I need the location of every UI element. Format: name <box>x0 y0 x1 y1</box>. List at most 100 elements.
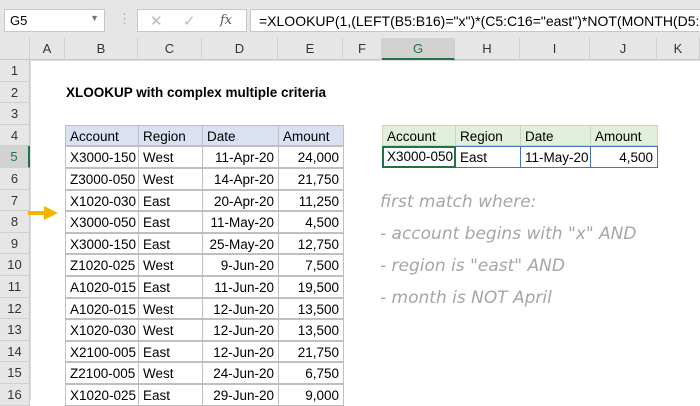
table-cell[interactable]: East <box>138 276 203 298</box>
table-cell[interactable]: 9,000 <box>278 384 344 406</box>
table-cell[interactable]: 14-Apr-20 <box>202 168 279 190</box>
note-line: - month is NOT April <box>380 288 552 308</box>
table-cell[interactable]: 12-Jun-20 <box>202 319 279 341</box>
table-cell[interactable]: 24,000 <box>278 146 344 168</box>
table-header-account[interactable]: Account <box>65 124 139 147</box>
selected-cell-g5[interactable]: X3000-050 <box>382 146 456 168</box>
table-cell[interactable]: Z2100-005 <box>65 362 139 384</box>
table-cell[interactable]: X1020-025 <box>65 384 139 406</box>
table-cell[interactable]: Z1020-025 <box>65 254 139 276</box>
table-cell[interactable]: 13,500 <box>278 319 344 341</box>
table-cell[interactable]: 11,250 <box>278 189 344 212</box>
row-header-3[interactable]: 3 <box>0 103 30 125</box>
column-header-F[interactable]: F <box>343 38 382 60</box>
row-header-6[interactable]: 6 <box>0 168 30 190</box>
result-cell[interactable]: 4,500 <box>590 146 658 168</box>
sheet-title: XLOOKUP with complex multiple criteria <box>66 85 327 100</box>
table-cell[interactable]: 21,750 <box>278 168 344 190</box>
table-cell[interactable]: West <box>138 362 203 384</box>
result-header-amount[interactable]: Amount <box>590 124 658 147</box>
table-cell[interactable]: X1020-030 <box>65 189 139 212</box>
table-cell[interactable]: X3000-050 <box>65 211 139 233</box>
table-cell[interactable]: West <box>138 297 203 320</box>
drag-handle-icon[interactable]: ⋮ <box>118 11 131 27</box>
column-header-G[interactable]: G <box>382 38 455 60</box>
table-cell[interactable]: East <box>138 211 203 233</box>
row-header-15[interactable]: 15 <box>0 362 30 384</box>
table-cell[interactable]: 11-Apr-20 <box>202 146 279 168</box>
row-header-5[interactable]: 5 <box>0 146 30 168</box>
result-cell[interactable]: East <box>455 146 521 168</box>
table-cell[interactable]: X1020-030 <box>65 319 139 341</box>
formula-bar-area: G5 ▼ ⋮ ✕ ✓ fx =XLOOKUP(1,(LEFT(B5:B16)="x… <box>0 0 700 38</box>
table-cell[interactable]: 13,500 <box>278 297 344 320</box>
result-cell[interactable]: 11-May-20 <box>520 146 591 168</box>
table-cell[interactable]: 9-Jun-20 <box>202 254 279 276</box>
table-cell[interactable]: 7,500 <box>278 254 344 276</box>
table-cell[interactable]: 21,750 <box>278 340 344 363</box>
table-cell[interactable]: 12,750 <box>278 232 344 255</box>
row-header-8[interactable]: 8 <box>0 211 30 233</box>
table-cell[interactable]: A1020-015 <box>65 297 139 320</box>
insert-function-icon[interactable]: fx <box>220 13 232 28</box>
table-cell[interactable]: West <box>138 168 203 190</box>
chevron-down-icon[interactable]: ▼ <box>90 13 99 23</box>
formula-input[interactable]: =XLOOKUP(1,(LEFT(B5:B16)="x")*(C5:C16="e… <box>250 9 700 32</box>
column-header-I[interactable]: I <box>520 38 590 60</box>
table-cell[interactable]: 24-Jun-20 <box>202 362 279 384</box>
select-all-corner[interactable] <box>0 38 30 60</box>
table-cell[interactable]: West <box>138 319 203 341</box>
row-header-11[interactable]: 11 <box>0 276 30 298</box>
table-header-date[interactable]: Date <box>202 124 279 147</box>
name-box[interactable]: G5 ▼ <box>4 9 105 32</box>
result-header-region[interactable]: Region <box>455 124 521 147</box>
table-cell[interactable]: 19,500 <box>278 276 344 298</box>
row-header-13[interactable]: 13 <box>0 319 30 341</box>
table-cell[interactable]: 25-May-20 <box>202 232 279 255</box>
column-header-E[interactable]: E <box>278 38 343 60</box>
result-header-date[interactable]: Date <box>520 124 591 147</box>
column-header-K[interactable]: K <box>657 38 700 60</box>
column-header-C[interactable]: C <box>138 38 202 60</box>
table-cell[interactable]: Z3000-050 <box>65 168 139 190</box>
row-header-7[interactable]: 7 <box>0 189 30 212</box>
table-cell[interactable]: A1020-015 <box>65 276 139 298</box>
row-header-12[interactable]: 12 <box>0 297 30 320</box>
table-cell[interactable]: 11-May-20 <box>202 211 279 233</box>
row-header-16[interactable]: 16 <box>0 384 30 406</box>
table-header-region[interactable]: Region <box>138 124 203 147</box>
table-cell[interactable]: X3000-150 <box>65 146 139 168</box>
column-header-B[interactable]: B <box>65 38 138 60</box>
column-header-H[interactable]: H <box>455 38 520 60</box>
table-cell[interactable]: 12-Jun-20 <box>202 340 279 363</box>
table-cell[interactable]: 6,750 <box>278 362 344 384</box>
table-cell[interactable]: East <box>138 384 203 406</box>
table-cell[interactable]: 12-Jun-20 <box>202 297 279 320</box>
table-cell[interactable]: East <box>138 189 203 212</box>
enter-icon[interactable]: ✓ <box>183 12 196 30</box>
column-header-J[interactable]: J <box>590 38 657 60</box>
table-cell[interactable]: 20-Apr-20 <box>202 189 279 212</box>
result-header-account[interactable]: Account <box>382 124 456 147</box>
column-header-A[interactable]: A <box>30 38 65 60</box>
table-cell[interactable]: 29-Jun-20 <box>202 384 279 406</box>
row-header-10[interactable]: 10 <box>0 254 30 276</box>
table-cell[interactable]: West <box>138 146 203 168</box>
table-cell[interactable]: 11-Jun-20 <box>202 276 279 298</box>
table-cell[interactable]: X2100-005 <box>65 340 139 363</box>
table-header-amount[interactable]: Amount <box>278 124 344 147</box>
row-header-2[interactable]: 2 <box>0 81 30 104</box>
note-line: - account begins with "x" AND <box>380 224 637 244</box>
row-header-4[interactable]: 4 <box>0 124 30 147</box>
table-cell[interactable]: X3000-150 <box>65 232 139 255</box>
row-header-9[interactable]: 9 <box>0 232 30 255</box>
table-cell[interactable]: East <box>138 232 203 255</box>
row-header-1[interactable]: 1 <box>0 60 30 82</box>
table-cell[interactable]: East <box>138 340 203 363</box>
table-cell[interactable]: West <box>138 254 203 276</box>
table-cell[interactable]: 4,500 <box>278 211 344 233</box>
cancel-icon[interactable]: ✕ <box>150 12 163 30</box>
name-box-value: G5 <box>10 13 28 28</box>
row-header-14[interactable]: 14 <box>0 340 30 363</box>
column-header-D[interactable]: D <box>202 38 278 60</box>
